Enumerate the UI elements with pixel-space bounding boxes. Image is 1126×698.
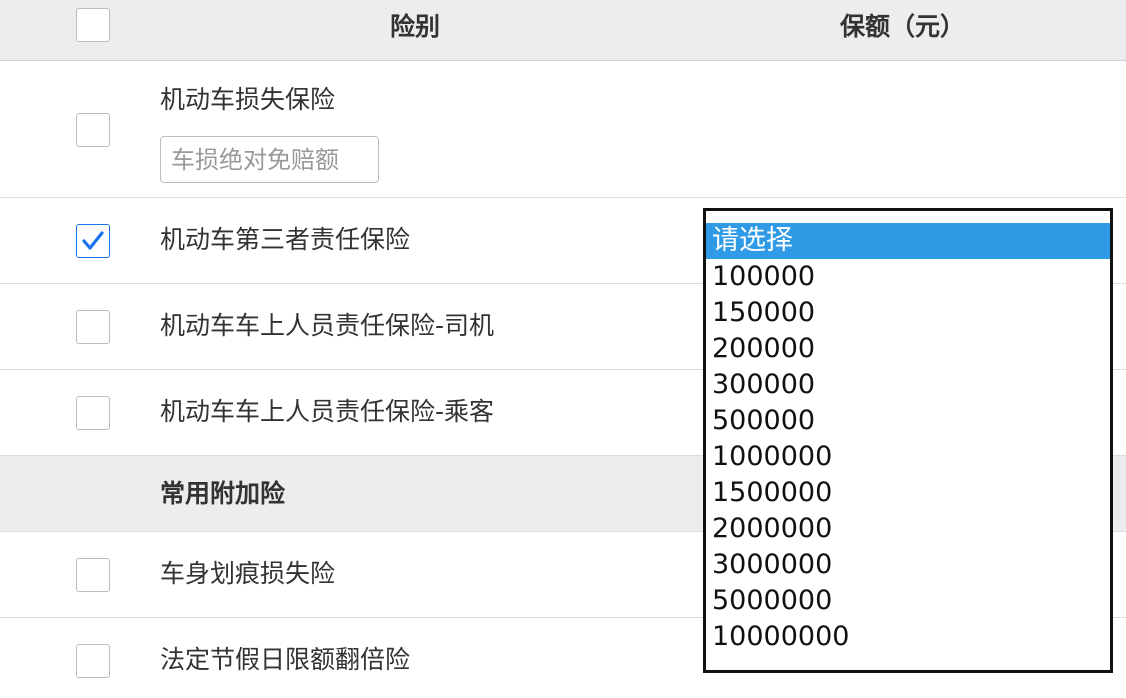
dropdown-option[interactable]: 1000000 (706, 439, 1110, 475)
checkmark-icon (82, 231, 104, 250)
select-all-checkbox[interactable] (76, 8, 110, 42)
dropdown-option[interactable]: 500000 (706, 403, 1110, 439)
insurance-selection-page: 险别 保额（元） 机动车损失保险 机动车第三者责任保险 机动车车上人员责任保险-… (0, 0, 1126, 698)
amount-dropdown-list[interactable]: 请选择 100000 150000 200000 300000 500000 1… (703, 208, 1113, 673)
column-header-type: 险别 (390, 12, 441, 41)
deductible-input[interactable] (160, 136, 379, 183)
row-label: 法定节假日限额翻倍险 (160, 645, 411, 674)
dropdown-option[interactable]: 200000 (706, 331, 1110, 367)
table-header: 险别 保额（元） (0, 0, 1126, 61)
row-checkbox[interactable] (76, 224, 110, 258)
row-label: 机动车车上人员责任保险-司机 (160, 311, 495, 340)
dropdown-option[interactable]: 100000 (706, 259, 1110, 295)
row-label: 机动车第三者责任保险 (160, 225, 411, 254)
row-label: 机动车车上人员责任保险-乘客 (160, 397, 495, 426)
dropdown-option[interactable]: 300000 (706, 367, 1110, 403)
row-checkbox[interactable] (76, 113, 110, 147)
row-checkbox[interactable] (76, 310, 110, 344)
row-label: 车身划痕损失险 (160, 559, 336, 588)
row-label: 机动车损失保险 (160, 85, 336, 114)
dropdown-option[interactable]: 5000000 (706, 583, 1110, 619)
section-title: 常用附加险 (160, 479, 286, 508)
dropdown-option[interactable]: 2000000 (706, 511, 1110, 547)
dropdown-option-placeholder[interactable]: 请选择 (706, 223, 1110, 259)
dropdown-option[interactable]: 150000 (706, 295, 1110, 331)
row-checkbox[interactable] (76, 558, 110, 592)
dropdown-option[interactable]: 10000000 (706, 619, 1110, 655)
column-header-amount: 保额（元） (840, 12, 966, 41)
dropdown-option[interactable]: 1500000 (706, 475, 1110, 511)
row-checkbox[interactable] (76, 644, 110, 678)
row-checkbox[interactable] (76, 396, 110, 430)
dropdown-option[interactable]: 3000000 (706, 547, 1110, 583)
